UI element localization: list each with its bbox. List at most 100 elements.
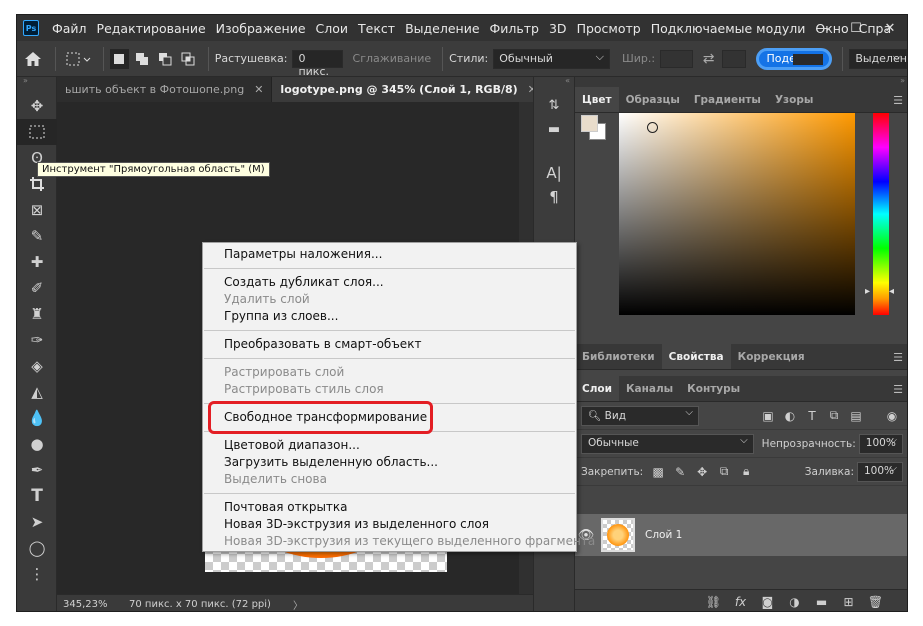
tab-layers[interactable]: Слои [575,376,619,401]
panel-menu-icon[interactable]: ☰ [893,383,903,396]
menu-item[interactable]: Выделение [400,21,484,36]
character-panel-icon[interactable]: A| [534,161,574,185]
move-tool-icon[interactable]: ✥ [17,93,57,119]
stamp-tool-icon[interactable]: ♜ [17,301,57,327]
menu-item[interactable]: Слои [311,21,354,36]
height-input[interactable] [722,49,746,68]
menu-item[interactable]: Редактирование [92,21,211,36]
menu-item[interactable]: Текст [353,21,400,36]
context-menu-item[interactable]: Почтовая открытка [203,499,576,516]
dodge-tool-icon[interactable]: ● [17,431,57,457]
tab-paths[interactable]: Контуры [680,376,747,401]
filter-type-icon[interactable]: T [801,409,823,423]
layer-row-layer1[interactable]: 👁︎ Слой 1 [575,514,907,556]
filter-toggle-icon[interactable]: ◉ [881,409,903,423]
healing-brush-icon[interactable]: ✚ [17,249,57,275]
tab-libraries[interactable]: Библиотеки [575,344,662,369]
layer-filter-select[interactable]: 🔍︎ Вид [581,405,699,426]
fill-input[interactable]: 100% [857,461,903,482]
marquee-tool-icon[interactable] [17,119,57,145]
menu-item[interactable]: 3D [544,21,572,36]
feather-input[interactable]: 0 пикс. [292,49,343,78]
document-info[interactable]: 70 пикс. x 70 пикс. (72 ppi) [129,599,271,610]
opacity-input[interactable]: 100% [858,433,903,454]
hue-slider[interactable] [873,113,889,315]
subtract-selection-icon[interactable] [156,49,175,69]
menu-item[interactable]: Файл [47,21,92,36]
home-icon[interactable] [17,49,49,69]
tab-color[interactable]: Цвет [575,87,619,112]
swap-icon[interactable]: ⇄ [699,49,718,69]
marquee-preset-icon[interactable] [62,49,96,69]
blend-mode-select[interactable]: Обычные [581,433,754,454]
menu-item[interactable]: Подключаемые модули [646,21,811,36]
close-icon[interactable]: ✕ [254,83,263,96]
lock-transparent-icon[interactable]: ▩ [647,465,669,479]
filter-pixel-icon[interactable]: ▣ [757,409,779,423]
fx-icon[interactable]: fx [727,595,754,609]
tab-other-document[interactable]: ьшить объект в Фотошопе.png ✕ [57,77,273,102]
collapse-icon[interactable]: « [534,77,574,87]
new-group-icon[interactable]: ▬ [808,595,835,609]
tab-channels[interactable]: Каналы [619,376,680,401]
blur-tool-icon[interactable]: 💧 [17,405,57,431]
status-arrow-icon[interactable]: 〉 [293,597,303,612]
context-menu-item[interactable]: Цветовой диапазон... [203,437,576,454]
panel-menu-icon[interactable]: ☰ [893,94,903,107]
menu-item[interactable]: Фильтр [485,21,544,36]
antialias-checkbox[interactable]: Сглаживание [353,52,432,65]
maximize-button[interactable]: ☐ [839,15,873,41]
eyedropper-tool-icon[interactable]: ✎ [17,223,57,249]
panel-menu-icon[interactable]: ☰ [893,351,903,364]
link-layers-icon[interactable]: ⛓︎ [700,595,727,609]
share-button[interactable]: Подели [755,47,833,70]
brush-tool-icon[interactable]: ✐ [17,275,57,301]
context-menu-item[interactable]: Преобразовать в смарт-объект [203,336,576,353]
type-tool-icon[interactable]: T [17,483,57,509]
menu-item[interactable]: Изображение [211,21,311,36]
pen-tool-icon[interactable]: ✒ [17,457,57,483]
history-panel-icon[interactable]: ⇅ [534,93,574,117]
minimize-button[interactable]: — [805,15,839,41]
tab-patterns[interactable]: Узоры [768,87,820,112]
tab-adjustments[interactable]: Коррекция [731,344,812,369]
history-brush-icon[interactable]: ✑ [17,327,57,353]
context-menu-item[interactable]: Новая 3D-экструзия из выделенного слоя [203,516,576,533]
context-menu-item[interactable]: Загрузить выделенную область... [203,454,576,471]
select-and-mask-button[interactable]: Выделение [849,48,907,69]
path-select-icon[interactable]: ➤ [17,509,57,535]
adjustment-layer-icon[interactable]: ◑ [781,595,808,609]
foreground-color-swatch[interactable] [581,115,598,132]
filter-shape-icon[interactable]: ⧉ [823,408,845,423]
filter-smart-object-icon[interactable]: ▤ [845,409,867,423]
layer-name[interactable]: Слой 1 [645,529,682,541]
layer-thumbnail[interactable] [601,518,635,552]
eraser-tool-icon[interactable]: ◈ [17,353,57,379]
delete-layer-icon[interactable]: 🗑︎ [862,595,889,609]
tab-gradients[interactable]: Градиенты [687,87,768,112]
collapse-icon[interactable]: » [575,77,907,87]
context-menu-item[interactable]: Параметры наложения... [203,246,576,263]
lock-all-icon[interactable]: 🔒︎ [735,464,757,479]
tab-properties[interactable]: Свойства [661,344,731,369]
style-select[interactable]: Обычный [493,48,610,69]
zoom-level[interactable]: 345,23% [63,599,129,610]
color-field[interactable] [619,113,855,315]
lock-position-icon[interactable]: ✥ [691,465,713,479]
color-picker-handle[interactable] [647,122,658,133]
comments-panel-icon[interactable]: ▬ [534,117,574,141]
paint-bucket-icon[interactable]: ◭ [17,379,57,405]
tab-swatches[interactable]: Образцы [619,87,687,112]
close-button[interactable]: ✕ [873,15,907,41]
width-input[interactable] [660,49,694,68]
new-layer-icon[interactable]: ⊞ [835,595,862,609]
filter-adjustment-icon[interactable]: ◐ [779,409,801,423]
tab-logotype[interactable]: logotype.png @ 345% (Слой 1, RGB/8) ✕ [272,77,546,102]
intersect-selection-icon[interactable] [179,49,198,69]
add-selection-icon[interactable] [133,49,152,69]
lock-image-icon[interactable]: ✎ [669,465,691,479]
collapse-icon[interactable]: » [17,77,56,87]
paragraph-panel-icon[interactable]: ¶ [534,185,574,209]
context-menu-item[interactable]: Создать дубликат слоя... [203,274,576,291]
add-mask-icon[interactable]: ◙ [754,595,781,609]
